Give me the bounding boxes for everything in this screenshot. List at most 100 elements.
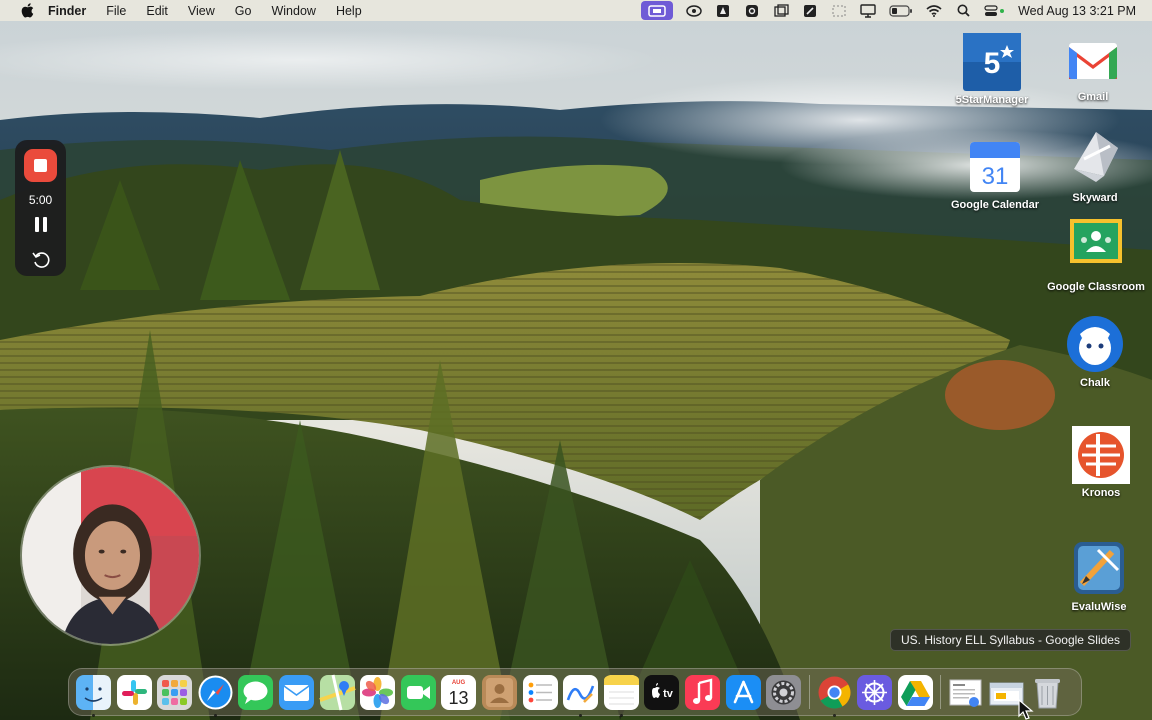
dock-slack[interactable] xyxy=(116,674,153,711)
desktop-icon-google-classroom[interactable]: Google Classroom xyxy=(1041,218,1151,293)
maps-icon xyxy=(318,674,356,710)
app-store-icon xyxy=(725,674,761,710)
dock-separator xyxy=(940,675,942,709)
menu-window[interactable]: Window xyxy=(271,4,315,18)
dock-google-drive[interactable] xyxy=(897,674,934,711)
dock-recent-document[interactable] xyxy=(947,674,984,711)
dock-launchpad[interactable] xyxy=(156,674,193,711)
recorder-widget: 5:00 xyxy=(15,140,66,276)
menu-go[interactable]: Go xyxy=(235,4,252,18)
dock-maps[interactable] xyxy=(318,674,356,711)
desktop-icon-label: 5StarManager xyxy=(955,94,1029,106)
menu-clock[interactable]: Wed Aug 13 3:21 PM xyxy=(1018,4,1136,18)
menu-help[interactable]: Help xyxy=(336,4,362,18)
pause-button[interactable] xyxy=(34,217,47,232)
five-star-manager-icon: 5 xyxy=(963,33,1021,91)
contacts-icon xyxy=(481,674,517,710)
messages-icon xyxy=(238,674,274,710)
desktop-icon-label: Skyward xyxy=(1072,192,1118,204)
dock-music[interactable] xyxy=(684,674,721,711)
trash-icon xyxy=(1034,678,1060,708)
apple-tv-label: tv xyxy=(663,688,674,700)
dock-tooltip: US. History ELL Syllabus - Google Slides xyxy=(890,629,1131,651)
settings-gear-icon xyxy=(766,674,802,710)
dock-separator xyxy=(808,675,810,709)
mouse-cursor-icon xyxy=(1018,698,1034,720)
dock-messages[interactable] xyxy=(237,674,274,711)
google-classroom-icon xyxy=(1069,218,1123,278)
dock-contacts[interactable] xyxy=(481,674,518,711)
search-icon[interactable] xyxy=(955,4,971,18)
dock-chrome[interactable] xyxy=(816,674,853,717)
dock-safari[interactable] xyxy=(197,674,234,717)
record-stop-button[interactable] xyxy=(24,149,57,182)
dock-facetime[interactable] xyxy=(400,674,437,711)
dock-reminders[interactable] xyxy=(522,674,559,711)
battery-icon[interactable] xyxy=(889,4,913,18)
chrome-icon xyxy=(818,676,851,709)
desktop-icon-label: Gmail xyxy=(1077,91,1109,103)
dashed-box-icon[interactable] xyxy=(831,4,847,18)
chalk-icon xyxy=(1066,314,1124,374)
desktop-icon-label: Kronos xyxy=(1081,487,1121,499)
calendar-icon: AUG 13 xyxy=(441,674,477,710)
launchpad-icon xyxy=(157,674,193,710)
menu-edit[interactable]: Edit xyxy=(146,4,168,18)
desktop-icon-google-calendar[interactable]: 31 Google Calendar xyxy=(940,136,1050,211)
settings-gear-icon[interactable] xyxy=(744,4,760,18)
menu-file[interactable]: File xyxy=(106,4,126,18)
dock-freeform[interactable] xyxy=(562,674,599,717)
display-icon[interactable] xyxy=(860,3,876,18)
dock-calendar[interactable]: AUG 13 xyxy=(440,674,477,711)
photos-icon xyxy=(360,674,396,710)
restart-icon[interactable] xyxy=(31,250,51,270)
webcam-bubble[interactable] xyxy=(20,465,201,646)
menu-app-name[interactable]: Finder xyxy=(48,4,86,18)
desktop-icon-kronos[interactable]: Kronos xyxy=(1046,426,1152,499)
google-calendar-icon: 31 xyxy=(968,136,1022,196)
gmail-icon xyxy=(1064,33,1122,88)
apple-menu-icon[interactable] xyxy=(16,3,38,18)
reminders-icon xyxy=(522,674,558,710)
desktop-icon-gmail[interactable]: Gmail xyxy=(1038,33,1148,103)
desktop-icon-skyward[interactable]: Skyward xyxy=(1040,124,1150,204)
dock-photos[interactable] xyxy=(359,674,396,711)
desktop-icon-chalk[interactable]: Chalk xyxy=(1040,314,1150,389)
evaluwise-icon xyxy=(1070,540,1128,598)
creative-cloud-icon[interactable] xyxy=(686,4,702,18)
recording-timer: 5:00 xyxy=(28,193,53,207)
dock-app-store[interactable] xyxy=(725,674,762,711)
dock-trash[interactable] xyxy=(1029,674,1066,711)
dock: AUG 13 tv xyxy=(68,668,1082,717)
window-icon[interactable] xyxy=(773,4,789,18)
dock-perplexity[interactable] xyxy=(856,674,893,711)
menu-bar: Finder File Edit View Go Window Help Wed… xyxy=(0,0,1152,21)
freeform-icon xyxy=(563,674,599,710)
safari-icon xyxy=(198,675,233,709)
notes-icon xyxy=(603,674,639,710)
dock-mail[interactable] xyxy=(278,674,315,711)
dock-system-settings[interactable] xyxy=(765,674,802,711)
calendar-day-text: 13 xyxy=(449,688,469,708)
perplexity-icon xyxy=(857,674,893,710)
desktop-icon-evaluwise[interactable]: EvaluWise xyxy=(1044,540,1152,613)
slack-icon xyxy=(116,674,152,710)
dock-apple-tv[interactable]: tv xyxy=(643,674,680,711)
desktop-icon-label: EvaluWise xyxy=(1071,601,1127,613)
screen-recorder-icon[interactable] xyxy=(641,1,674,20)
menu-view[interactable]: View xyxy=(188,4,215,18)
notification-icon[interactable] xyxy=(715,4,731,18)
calendar-month-text: AUG xyxy=(452,680,466,686)
facetime-icon xyxy=(400,674,436,710)
finder-icon xyxy=(76,674,111,710)
control-center-icon[interactable] xyxy=(984,4,1006,18)
dock-finder[interactable] xyxy=(75,674,112,717)
dock-notes[interactable] xyxy=(603,674,640,717)
google-drive-icon xyxy=(897,674,933,710)
screenshot-icon[interactable] xyxy=(802,4,818,18)
document-icon xyxy=(949,679,982,707)
music-icon xyxy=(684,674,720,710)
mail-icon xyxy=(278,674,314,710)
desktop-icon-5starmanager[interactable]: 5 5StarManager xyxy=(937,33,1047,106)
wifi-icon[interactable] xyxy=(926,4,942,18)
